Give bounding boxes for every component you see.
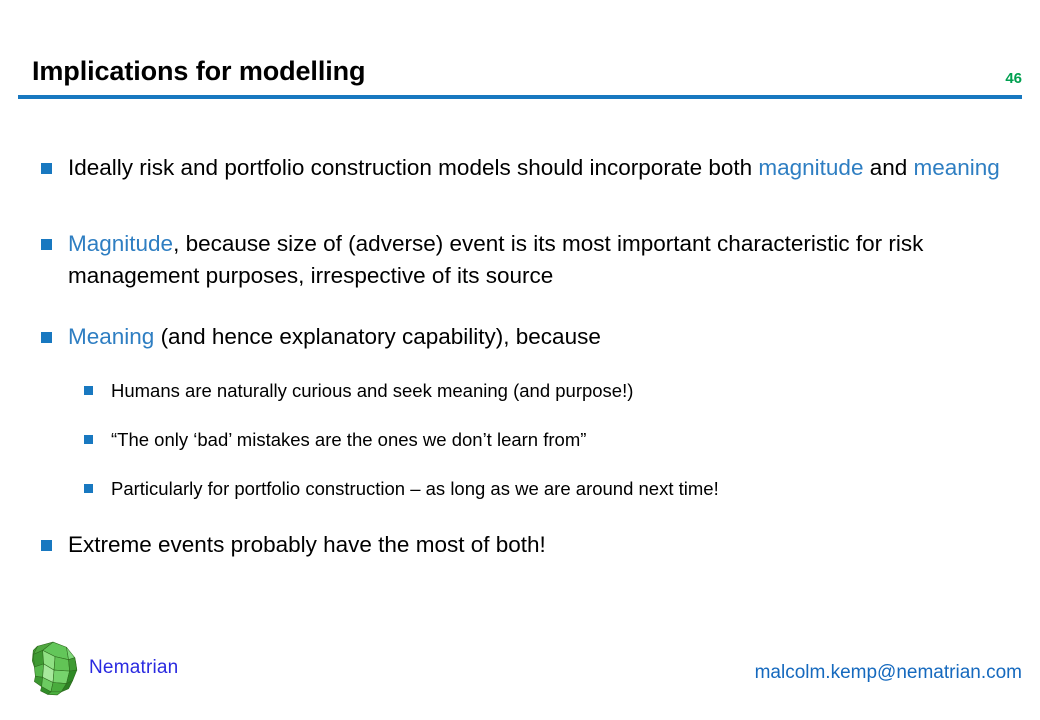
bullet-level1-item: Extreme events probably have the most of… <box>0 529 1040 561</box>
bullet-level2-item: “The only ‘bad’ mistakes are the ones we… <box>0 426 1040 453</box>
bullet2-keyword-magnitude: Magnitude <box>68 231 174 256</box>
sub-bullet-square-icon <box>84 435 93 444</box>
bullet1-text-part1: Ideally risk and portfolio construction … <box>68 155 759 180</box>
bullet1-keyword-meaning: meaning <box>913 155 1000 180</box>
bullet1-keyword-magnitude: magnitude <box>758 155 864 180</box>
bullet-text: Ideally risk and portfolio construction … <box>68 155 1000 180</box>
bullet-level1-item: Ideally risk and portfolio construction … <box>0 152 1040 184</box>
bullet-level2-item: Particularly for portfolio construction … <box>0 475 1040 502</box>
bullet-square-icon <box>41 332 52 343</box>
bullet-level2-item: Humans are naturally curious and seek me… <box>0 377 1040 404</box>
footer-brand: Nematrian <box>27 640 178 696</box>
bullet-square-icon <box>41 540 52 551</box>
sub-bullet-square-icon <box>84 386 93 395</box>
bullet3-text-rest: (and hence explanatory capability), beca… <box>154 324 601 349</box>
page-title: Implications for modelling <box>32 56 366 86</box>
slide-canvas: Implications for modelling 46 Ideally ri… <box>0 0 1040 720</box>
brand-name-label: Nematrian <box>89 657 179 678</box>
bullet-text: Magnitude, because size of (adverse) eve… <box>68 231 923 288</box>
slide-body: Ideally risk and portfolio construction … <box>0 152 1040 561</box>
bullet2-text-rest: , because size of (adverse) event is its… <box>68 231 924 288</box>
sub-bullet-text: Humans are naturally curious and seek me… <box>111 380 634 401</box>
sub-bullet-text: “The only ‘bad’ mistakes are the ones we… <box>111 429 587 450</box>
bullet-level1-item: Meaning (and hence explanatory capabilit… <box>0 321 1040 353</box>
bullet1-text-conjunction: and <box>863 155 914 180</box>
bullet-square-icon <box>41 239 52 250</box>
sub-bullet-text: Particularly for portfolio construction … <box>111 478 719 499</box>
bullet3-keyword-meaning: Meaning <box>68 324 155 349</box>
bullet-text: Extreme events probably have the most of… <box>68 532 546 557</box>
bullet-level1-item: Magnitude, because size of (adverse) eve… <box>0 228 1040 292</box>
bullet-square-icon <box>41 163 52 174</box>
title-divider <box>18 95 1022 99</box>
bullet-text: Meaning (and hence explanatory capabilit… <box>68 324 601 349</box>
green-polyhedron-icon <box>27 640 79 696</box>
contact-email[interactable]: malcolm.kemp@nematrian.com <box>755 662 1022 684</box>
slide-page-number: 46 <box>1005 70 1022 87</box>
sub-bullet-square-icon <box>84 484 93 493</box>
